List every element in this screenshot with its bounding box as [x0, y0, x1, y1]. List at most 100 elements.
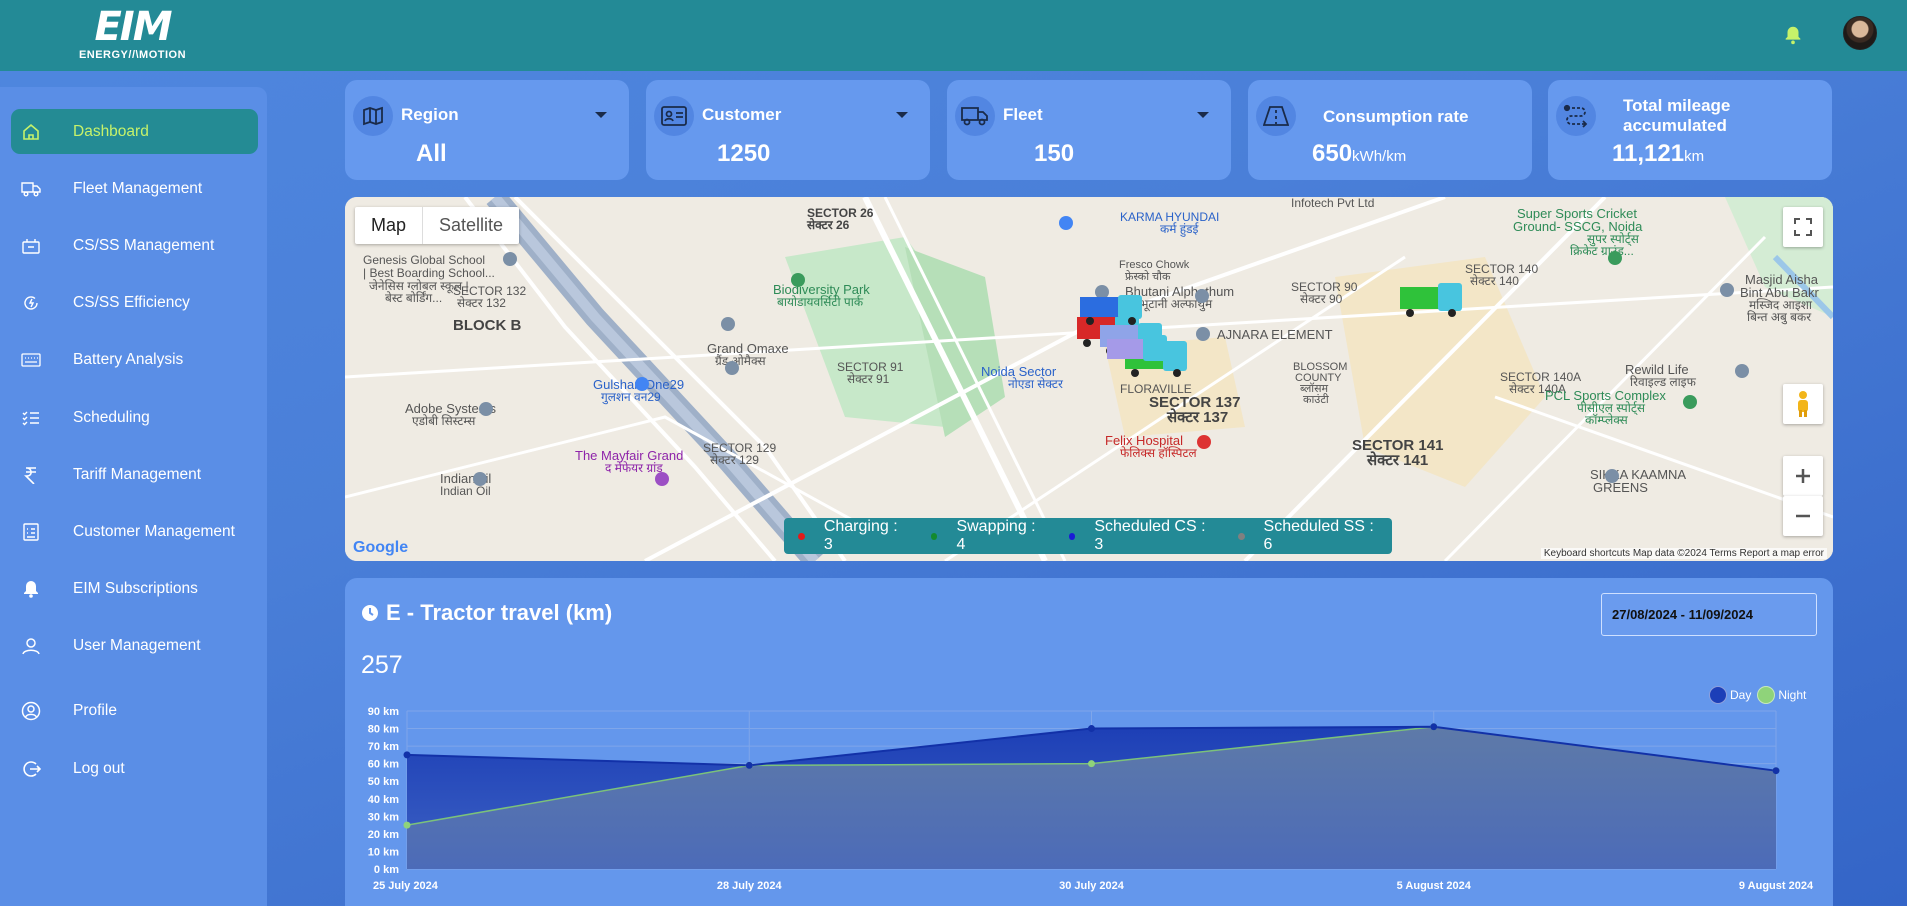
customer-list-icon	[21, 522, 41, 542]
region-dropdown-caret[interactable]	[595, 112, 607, 118]
zoom-out-icon[interactable]	[1783, 496, 1823, 536]
legend-dot	[930, 532, 938, 540]
x-tick-label: 30 July 2024	[1059, 880, 1125, 892]
customer-value[interactable]: 1250	[717, 140, 770, 168]
logo[interactable]: EIM ENERGY//\MOTION	[50, 4, 215, 66]
night-point	[403, 821, 411, 829]
logo-text: ENERGY//\MOTION	[78, 49, 187, 61]
sidebar-item-label: User Management	[73, 636, 201, 654]
sidebar-item-fleet-management[interactable]: Fleet Management	[11, 166, 258, 211]
sidebar-item-label: Battery Analysis	[73, 350, 184, 368]
map-footer[interactable]: Keyboard shortcuts Map data ©2024 Terms …	[1540, 548, 1827, 559]
map-status-legend: Charging : 3 Swapping : 4 Scheduled CS : 3…	[784, 518, 1392, 554]
y-tick-label: 20 km	[368, 829, 399, 841]
customer-card: Customer 1250	[646, 80, 930, 180]
map-view-button[interactable]: Map	[355, 207, 422, 244]
map-type-toggle: Map Satellite	[355, 207, 520, 244]
travel-panel: E - Tractor travel (km) 257 27/08/2024 -…	[345, 578, 1833, 906]
street-view-pegman-icon[interactable]	[1783, 384, 1823, 424]
id-card-icon	[654, 96, 694, 136]
y-tick-label: 30 km	[368, 811, 399, 823]
sidebar-item-log-out[interactable]: Log out	[11, 746, 258, 791]
y-tick-label: 80 km	[368, 724, 399, 736]
mileage-unit: km	[1684, 148, 1705, 165]
legend-label: Scheduled SS : 6	[1263, 518, 1374, 553]
x-tick-label: 28 July 2024	[717, 880, 783, 892]
legend-label: Swapping : 4	[956, 518, 1036, 553]
fleet-dropdown-caret[interactable]	[1197, 112, 1209, 118]
sidebar-item-cs-ss-management[interactable]: CS/SS Management	[11, 223, 258, 268]
checklist-icon	[21, 408, 41, 428]
user-avatar[interactable]	[1843, 16, 1877, 50]
sidebar-item-dashboard[interactable]: Dashboard	[11, 109, 258, 154]
sidebar-item-label: Profile	[73, 701, 117, 719]
profile-icon	[21, 701, 41, 721]
consumption-unit: kWh/km	[1352, 148, 1407, 165]
fleet-title: Fleet	[1003, 105, 1043, 124]
day-point	[745, 761, 753, 769]
legend-item-charging: Charging : 3	[798, 518, 909, 554]
sidebar-item-label: Customer Management	[73, 522, 235, 540]
map-icon	[353, 96, 393, 136]
sidebar-item-profile[interactable]: Profile	[11, 688, 258, 733]
sidebar-item-user-management[interactable]: User Management	[11, 623, 258, 668]
consumption-title: Consumption rate	[1323, 107, 1469, 126]
route-icon	[1556, 96, 1596, 136]
sidebar-item-scheduling[interactable]: Scheduling	[11, 395, 258, 440]
consumption-card: Consumption rate 650kWh/km	[1248, 80, 1532, 180]
truck-marker-6	[1400, 283, 1462, 317]
road-icon	[1256, 96, 1296, 136]
customer-dropdown-caret[interactable]	[896, 112, 908, 118]
region-value[interactable]: All	[416, 140, 447, 168]
consumption-value: 650kWh/km	[1312, 140, 1406, 168]
sidebar-item-label: CS/SS Management	[73, 236, 215, 254]
y-tick-label: 0 km	[374, 864, 399, 876]
sidebar-item-label: Fleet Management	[73, 179, 203, 197]
sidebar-item-label: Log out	[73, 759, 125, 777]
google-logo: Google	[353, 539, 409, 556]
top-bar: EIM ENERGY//\MOTION	[0, 0, 1907, 71]
satellite-view-button[interactable]: Satellite	[422, 207, 519, 244]
fleet-value[interactable]: 150	[1034, 140, 1074, 168]
region-card: Region All	[345, 80, 629, 180]
x-tick-label: 5 August 2024	[1397, 880, 1472, 892]
y-tick-label: 50 km	[368, 776, 399, 788]
fleet-map[interactable]: SECTOR 26 सेक्टर 26 KARMA HYUNDAI कर्म ह…	[345, 197, 1833, 561]
logout-icon	[21, 759, 41, 779]
sidebar-item-cs-ss-efficiency[interactable]: CS/SS Efficiency	[11, 280, 258, 325]
fleet-card: Fleet 150	[947, 80, 1231, 180]
logo-mark: EIM	[94, 4, 172, 50]
sidebar-item-label: Tariff Management	[73, 465, 202, 483]
legend-dot	[1068, 532, 1076, 540]
sidebar-item-tariff-management[interactable]: Tariff Management	[11, 452, 258, 497]
legend-label: Charging : 3	[823, 518, 898, 553]
mileage-card: Total mileage accumulated 11,121km	[1548, 80, 1832, 180]
day-point	[403, 751, 411, 759]
sidebar-item-label: CS/SS Efficiency	[73, 293, 190, 311]
legend-dot	[1237, 532, 1245, 540]
user-icon	[21, 636, 41, 656]
sidebar-item-customer-management[interactable]: Customer Management	[11, 509, 258, 554]
charger-icon	[21, 236, 41, 256]
sidebar: Dashboard Fleet Management CS/SS Managemen…	[0, 87, 267, 906]
notification-bell-icon[interactable]	[1782, 24, 1804, 46]
customer-title: Customer	[702, 105, 782, 124]
y-tick-label: 10 km	[368, 846, 399, 858]
mileage-title: Total mileage accumulated	[1623, 96, 1731, 135]
sidebar-item-label: Dashboard	[73, 122, 149, 140]
zoom-in-icon[interactable]	[1783, 456, 1823, 496]
legend-item-scheduled-ss: Scheduled SS : 6	[1237, 518, 1384, 554]
legend-label: Scheduled CS : 3	[1094, 518, 1206, 553]
sidebar-item-eim-subscriptions[interactable]: EIM Subscriptions	[11, 566, 258, 611]
y-tick-label: 40 km	[368, 794, 399, 806]
y-tick-label: 90 km	[368, 706, 399, 718]
sidebar-item-label: Scheduling	[73, 408, 150, 426]
travel-area-chart: 0 km 10 km 20 km 30 km 40 km 50 km 60 km 70 km 8…	[368, 706, 1814, 892]
fullscreen-icon[interactable]	[1783, 207, 1823, 247]
truck-markers	[1077, 283, 1462, 377]
legend-item-scheduled-cs: Scheduled CS : 3	[1068, 518, 1216, 554]
legend-item-swapping: Swapping : 4	[930, 518, 1047, 554]
home-icon	[21, 122, 41, 142]
sidebar-item-battery-analysis[interactable]: Battery Analysis	[11, 337, 258, 382]
mileage-value: 11,121km	[1612, 140, 1704, 168]
